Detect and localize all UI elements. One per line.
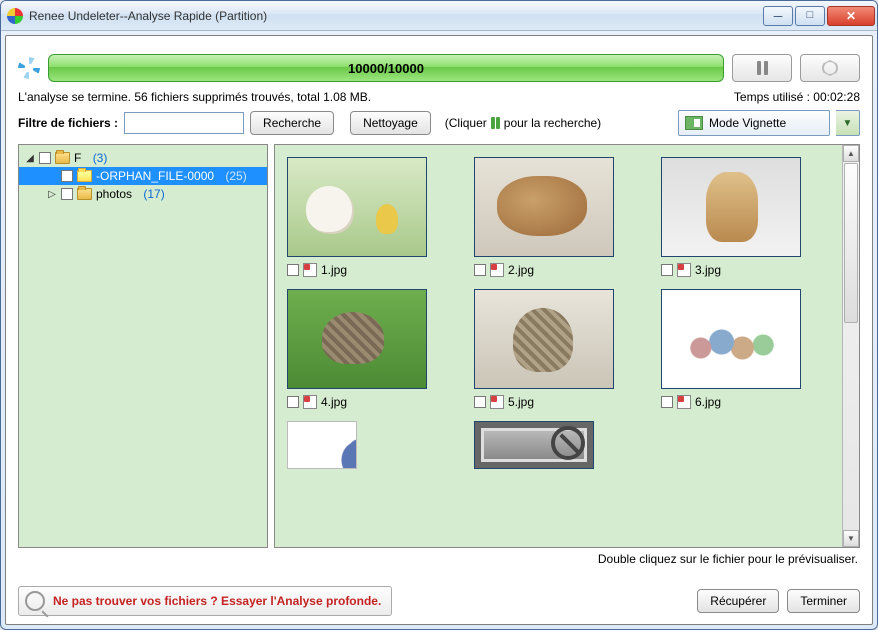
tree-row-photos[interactable]: ▷ photos (17) <box>19 185 267 203</box>
collapse-icon[interactable]: ◢ <box>25 153 35 164</box>
stop-icon <box>822 60 838 76</box>
tree-row-root[interactable]: ◢ F (3) <box>19 149 267 167</box>
status-text: L'analyse se termine. 56 fichiers suppri… <box>18 90 371 104</box>
tree-checkbox[interactable] <box>39 152 51 164</box>
file-name: 2.jpg <box>508 263 534 277</box>
file-thumb[interactable]: 6.jpg <box>661 289 830 409</box>
thumbnail-image[interactable] <box>474 289 614 389</box>
window-title: Renee Undeleter--Analyse Rapide (Partiti… <box>29 9 763 23</box>
pause-hint-icon <box>491 117 500 129</box>
thumbnail-image[interactable] <box>287 289 427 389</box>
file-checkbox[interactable] <box>474 264 486 276</box>
view-mode-select[interactable]: Mode Vignette <box>678 110 830 136</box>
jpg-icon <box>303 263 317 277</box>
jpg-icon <box>490 395 504 409</box>
jpg-icon <box>677 395 691 409</box>
file-name: 5.jpg <box>508 395 534 409</box>
file-thumb[interactable]: 1.jpg <box>287 157 456 277</box>
view-mode-label: Mode Vignette <box>709 116 786 130</box>
tree-label: photos <box>96 187 132 201</box>
folder-icon <box>55 152 70 164</box>
jpg-icon <box>677 263 691 277</box>
file-checkbox[interactable] <box>474 396 486 408</box>
pause-button[interactable] <box>732 54 792 82</box>
tree-count: (3) <box>93 151 108 165</box>
thumbnail-image[interactable] <box>661 289 801 389</box>
thumbnail-image[interactable] <box>474 421 594 469</box>
file-thumb[interactable]: 5.jpg <box>474 289 643 409</box>
filter-hint: (Cliquer pour la recherche) <box>445 116 601 130</box>
clear-button[interactable]: Nettoyage <box>350 111 431 135</box>
tree-checkbox[interactable] <box>61 188 73 200</box>
magnifier-icon <box>25 591 45 611</box>
file-thumb[interactable] <box>474 421 643 469</box>
maximize-button[interactable] <box>795 6 825 26</box>
thumbnail-image[interactable] <box>287 421 357 469</box>
tree-count: (17) <box>143 187 164 201</box>
progress-text: 10000/10000 <box>348 61 424 76</box>
pause-icon <box>757 61 768 75</box>
finish-button[interactable]: Terminer <box>787 589 860 613</box>
folder-tree[interactable]: ◢ F (3) -ORPHAN_FILE-0000 (25) ▷ pho <box>18 144 268 548</box>
file-thumb[interactable]: 3.jpg <box>661 157 830 277</box>
scroll-up-button[interactable]: ▲ <box>843 145 859 162</box>
file-checkbox[interactable] <box>661 264 673 276</box>
file-checkbox[interactable] <box>661 396 673 408</box>
file-thumb[interactable] <box>287 421 456 469</box>
thumbnail-grid: 1.jpg 2.jpg <box>275 145 842 547</box>
close-button[interactable] <box>827 6 875 26</box>
filter-input[interactable] <box>124 112 244 134</box>
jpg-icon <box>490 263 504 277</box>
minimize-button[interactable] <box>763 6 793 26</box>
deep-scan-button[interactable]: Ne pas trouver vos fichiers ? Essayer l'… <box>18 586 392 616</box>
elapsed-time: Temps utilisé : 00:02:28 <box>734 90 860 104</box>
expand-icon[interactable]: ▷ <box>47 189 57 200</box>
thumbnail-image[interactable] <box>287 157 427 257</box>
app-window: Renee Undeleter--Analyse Rapide (Partiti… <box>0 0 878 630</box>
client-area: 10000/10000 L'analyse se termine. 56 fic… <box>5 35 873 625</box>
file-checkbox[interactable] <box>287 264 299 276</box>
preview-hint: Double cliquez sur le fichier pour le pr… <box>18 548 860 576</box>
file-name: 4.jpg <box>321 395 347 409</box>
no-preview-icon <box>551 426 585 460</box>
file-checkbox[interactable] <box>287 396 299 408</box>
file-name: 1.jpg <box>321 263 347 277</box>
titlebar[interactable]: Renee Undeleter--Analyse Rapide (Partiti… <box>1 1 877 31</box>
progress-bar: 10000/10000 <box>48 54 724 82</box>
scrollbar[interactable]: ▲ ▼ <box>842 145 859 547</box>
file-name: 6.jpg <box>695 395 721 409</box>
thumbnail-image[interactable] <box>474 157 614 257</box>
tree-label: -ORPHAN_FILE-0000 <box>96 169 214 183</box>
file-thumb[interactable]: 4.jpg <box>287 289 456 409</box>
folder-icon <box>77 188 92 200</box>
thumbnail-image[interactable] <box>736 421 756 441</box>
scroll-down-button[interactable]: ▼ <box>843 530 859 547</box>
view-mode-dropdown[interactable]: ▼ <box>836 110 860 136</box>
scroll-thumb[interactable] <box>844 163 858 323</box>
stop-button[interactable] <box>800 54 860 82</box>
app-icon <box>7 8 23 24</box>
recover-button[interactable]: Récupérer <box>697 589 779 613</box>
deep-scan-label: Ne pas trouver vos fichiers ? Essayer l'… <box>53 594 381 608</box>
file-thumb[interactable]: 2.jpg <box>474 157 643 277</box>
file-thumb[interactable] <box>661 421 830 469</box>
spinner-icon <box>18 57 40 79</box>
folder-icon <box>77 170 92 182</box>
thumbnail-icon <box>685 116 703 130</box>
tree-label: F <box>74 151 81 165</box>
search-button[interactable]: Recherche <box>250 111 334 135</box>
jpg-icon <box>303 395 317 409</box>
tree-checkbox[interactable] <box>61 170 73 182</box>
tree-count: (25) <box>225 169 246 183</box>
filter-label: Filtre de fichiers : <box>18 116 118 130</box>
tree-row-orphan[interactable]: -ORPHAN_FILE-0000 (25) <box>19 167 267 185</box>
file-name: 3.jpg <box>695 263 721 277</box>
thumbnail-image[interactable] <box>661 157 801 257</box>
